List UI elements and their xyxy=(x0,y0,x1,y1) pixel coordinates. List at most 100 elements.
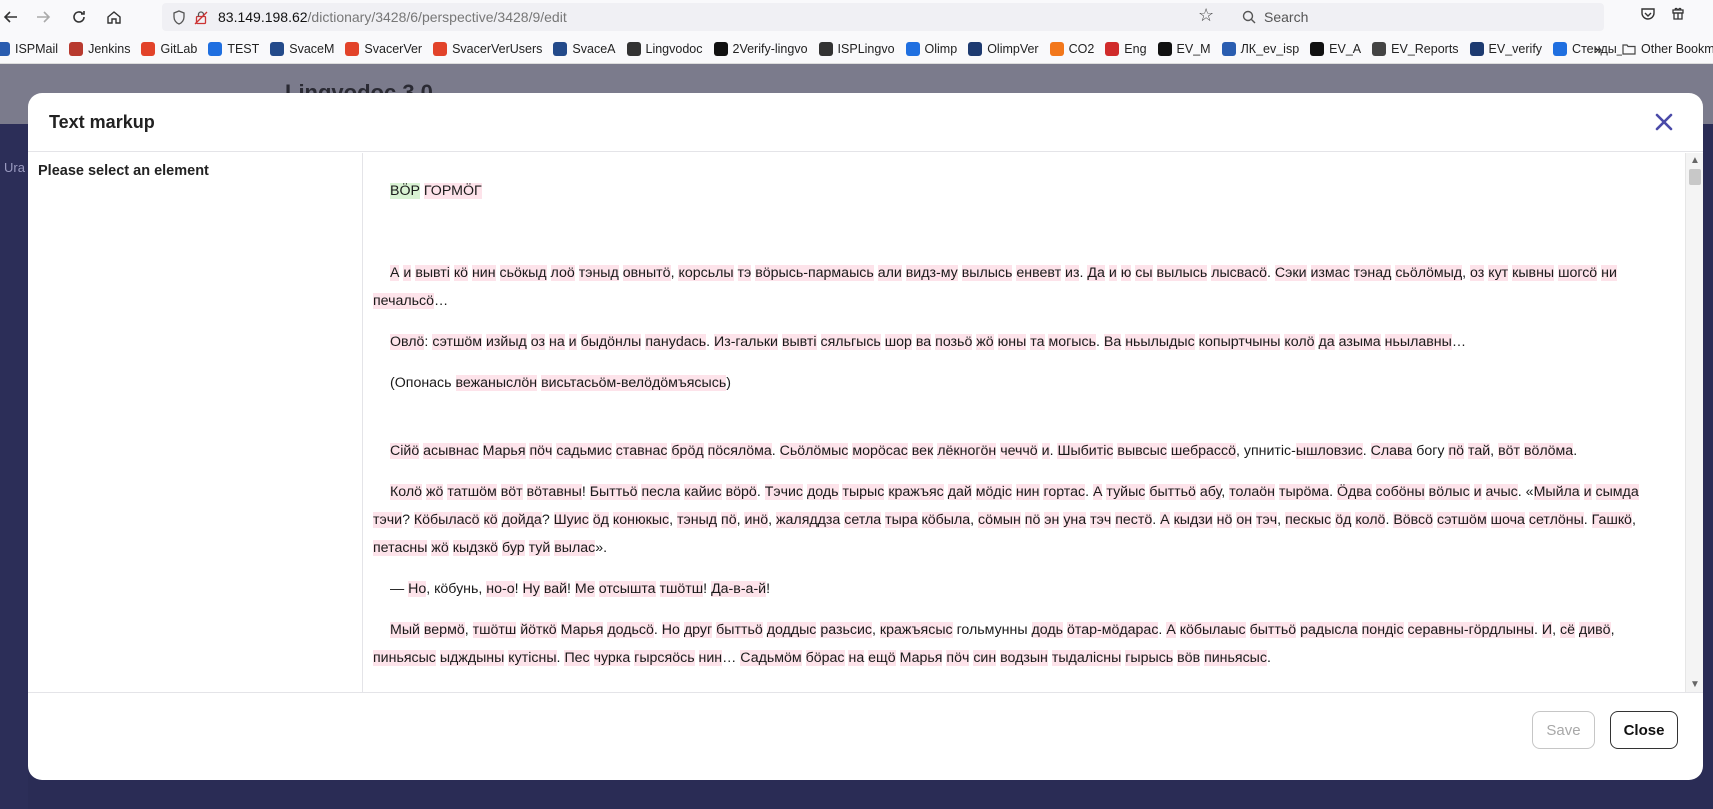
word-token[interactable]: Сьӧлӧмыс xyxy=(779,443,849,459)
word-token[interactable]: вӧв xyxy=(1177,650,1201,666)
word-token[interactable]: на xyxy=(548,334,565,350)
word-token[interactable]: жӧ xyxy=(976,334,994,350)
word-token[interactable]: сьӧлӧмыд xyxy=(1395,265,1463,281)
word-token[interactable]: бӧрас xyxy=(805,650,845,666)
word-token[interactable]: кайис xyxy=(684,484,722,500)
extensions-icon[interactable] xyxy=(1670,6,1686,27)
word-token[interactable]: вермӧ xyxy=(423,622,465,638)
word-token[interactable]: пӧч xyxy=(529,443,553,459)
word-token[interactable]: лысвасӧ xyxy=(1211,265,1268,281)
word-token[interactable]: ставнас xyxy=(615,443,668,459)
word-token[interactable]: син xyxy=(973,650,997,666)
word-token[interactable]: лоӧ xyxy=(550,265,575,281)
shield-icon[interactable] xyxy=(168,9,190,25)
word-token[interactable]: инӧ xyxy=(744,512,769,528)
word-token[interactable]: азыма xyxy=(1338,334,1381,350)
word-token[interactable]: туй xyxy=(528,540,551,556)
word-token[interactable]: он xyxy=(1236,512,1253,528)
bookmark-item[interactable]: Olimp xyxy=(905,41,957,56)
word-token[interactable]: век xyxy=(911,443,934,459)
bookmark-item[interactable]: Jenkins xyxy=(69,41,130,56)
word-token[interactable]: гырысь xyxy=(1125,650,1174,666)
word-token[interactable]: могысь xyxy=(1048,334,1096,350)
word-token[interactable]: додь xyxy=(806,484,839,500)
word-token[interactable]: корсьлы xyxy=(678,265,734,281)
word-token[interactable]: и xyxy=(403,265,412,281)
word-token[interactable]: шор xyxy=(884,334,912,350)
word-token[interactable]: Колӧ xyxy=(390,484,423,500)
word-token[interactable]: тэныд xyxy=(578,265,619,281)
word-token[interactable]: морӧсас xyxy=(852,443,908,459)
word-token[interactable]: кут xyxy=(1488,265,1509,281)
word-token[interactable]: Быттьӧ xyxy=(589,484,638,500)
word-token[interactable]: изйыд xyxy=(485,334,527,350)
word-token[interactable]: пӧ xyxy=(1024,512,1041,528)
word-token[interactable]: брӧд xyxy=(671,443,704,459)
save-button[interactable]: Save xyxy=(1532,711,1595,749)
word-token[interactable]: Ме xyxy=(574,581,595,597)
word-token[interactable]: ӧд xyxy=(1335,512,1352,528)
word-token[interactable]: нин xyxy=(1015,484,1040,500)
word-token[interactable]: ыджды­ны xyxy=(439,650,505,666)
word-token[interactable]: кывны xyxy=(1512,265,1555,281)
word-token[interactable]: быдӧнлы xyxy=(580,334,642,350)
word-token[interactable]: вывсыс xyxy=(1117,443,1167,459)
word-token[interactable]: вӧт xyxy=(1498,443,1520,459)
word-token[interactable]: шоча xyxy=(1490,512,1525,528)
word-token[interactable]: лёкногӧн xyxy=(937,443,997,459)
word-token[interactable]: друг xyxy=(683,622,713,638)
word-token[interactable]: из xyxy=(1065,265,1080,281)
word-token[interactable]: тэ xyxy=(737,265,752,281)
word-token[interactable]: вӧрысь-пармаысь xyxy=(755,265,874,281)
word-token[interactable]: дай xyxy=(947,484,972,500)
word-token[interactable]: сяльгысь xyxy=(820,334,881,350)
word-token[interactable]: сё xyxy=(1559,622,1575,638)
scroll-down-icon[interactable]: ▼ xyxy=(1690,679,1700,690)
word-token[interactable]: ышловзис xyxy=(1295,443,1363,459)
word-token[interactable]: вывті xyxy=(415,265,450,281)
word-token[interactable]: вылысь xyxy=(961,265,1013,281)
home-button[interactable] xyxy=(97,0,131,34)
word-token[interactable]: кӧ xyxy=(483,512,498,528)
word-token[interactable]: А xyxy=(1166,622,1176,638)
word-token[interactable]: колӧ xyxy=(1355,512,1386,528)
word-token[interactable]: гортас xyxy=(1043,484,1086,500)
word-token[interactable]: и xyxy=(1473,484,1482,500)
bookmark-item[interactable]: CO2 xyxy=(1049,41,1094,56)
text-markup-pane[interactable]: ВӦР ГОРМӦГ А и вывті кӧ нин сьӧкыд лоӧ тэ… xyxy=(363,153,1703,692)
word-token[interactable]: Вӧвсӧ xyxy=(1393,512,1434,528)
word-token[interactable]: жӧ xyxy=(425,484,444,500)
word-token[interactable]: пестӧ xyxy=(1115,512,1153,528)
word-token[interactable]: Да xyxy=(1087,265,1105,281)
forward-button[interactable] xyxy=(26,0,60,34)
bookmark-star-icon[interactable]: ☆ xyxy=(1198,5,1214,26)
word-token[interactable]: Сэки xyxy=(1274,265,1307,281)
word-token[interactable]: пӧсялӧма xyxy=(707,443,772,459)
word-token[interactable]: А xyxy=(1160,512,1170,528)
bookmark-item[interactable]: OlimpVer xyxy=(968,41,1039,56)
bookmark-item[interactable]: Eng xyxy=(1105,41,1147,56)
word-token[interactable]: песла xyxy=(641,484,681,500)
word-token[interactable]: сетлӧны xyxy=(1528,512,1584,528)
word-token[interactable]: Тэчис xyxy=(764,484,804,500)
word-token[interactable]: туйыс xyxy=(1106,484,1146,500)
word-token[interactable]: вылысь xyxy=(1156,265,1208,281)
word-token[interactable]: шогсӧ xyxy=(1558,265,1598,281)
word-token[interactable]: ӧд xyxy=(592,512,609,528)
word-token[interactable]: тшӧтш xyxy=(472,622,517,638)
word-token[interactable]: вӧт xyxy=(500,484,523,500)
word-token[interactable]: колӧ xyxy=(1284,334,1315,350)
word-token[interactable]: сьӧкыд xyxy=(499,265,547,281)
word-token[interactable]: да xyxy=(1318,334,1335,350)
word-token[interactable]: уна xyxy=(1063,512,1087,528)
bookmark-item[interactable]: 2Verify-lingvo xyxy=(713,41,808,56)
word-token[interactable]: дойда xyxy=(501,512,542,528)
bookmark-item[interactable]: SvacerVerUsers xyxy=(433,41,542,56)
word-token[interactable]: вӧрӧ xyxy=(725,484,757,500)
word-token[interactable]: пӧ xyxy=(721,512,737,528)
word-token[interactable]: печальсӧ xyxy=(373,293,435,309)
word-token[interactable]: видз-му xyxy=(905,265,958,281)
word-token[interactable]: ва xyxy=(915,334,932,350)
word-token[interactable]: разьсис xyxy=(820,622,872,638)
word-token[interactable]: висьтасьӧм-велӧдӧмъясысь xyxy=(541,375,727,391)
